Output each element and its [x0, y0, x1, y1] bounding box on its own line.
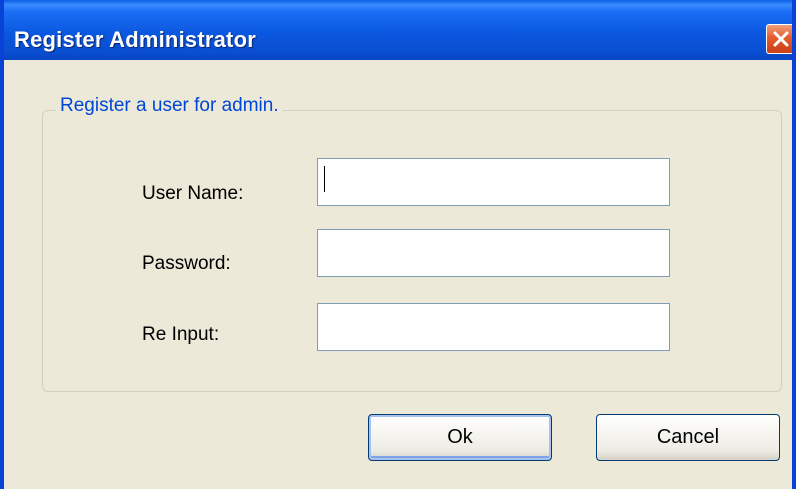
groupbox-legend: Register a user for admin. [56, 95, 283, 117]
close-x-icon [773, 31, 789, 47]
password-input[interactable] [317, 229, 670, 277]
ok-button[interactable]: Ok [368, 414, 552, 461]
username-input[interactable] [317, 158, 670, 206]
text-caret [324, 166, 325, 192]
cancel-button[interactable]: Cancel [596, 414, 780, 461]
register-administrator-dialog: Register Administrator Register a user f… [0, 0, 796, 489]
username-label: User Name: [142, 183, 244, 204]
close-button[interactable] [766, 24, 792, 54]
password-label: Password: [142, 253, 231, 274]
title-bar[interactable]: Register Administrator [4, 0, 792, 60]
window-title: Register Administrator [14, 27, 256, 52]
reinput-label: Re Input: [142, 324, 220, 345]
reinput-password-input[interactable] [317, 303, 670, 351]
